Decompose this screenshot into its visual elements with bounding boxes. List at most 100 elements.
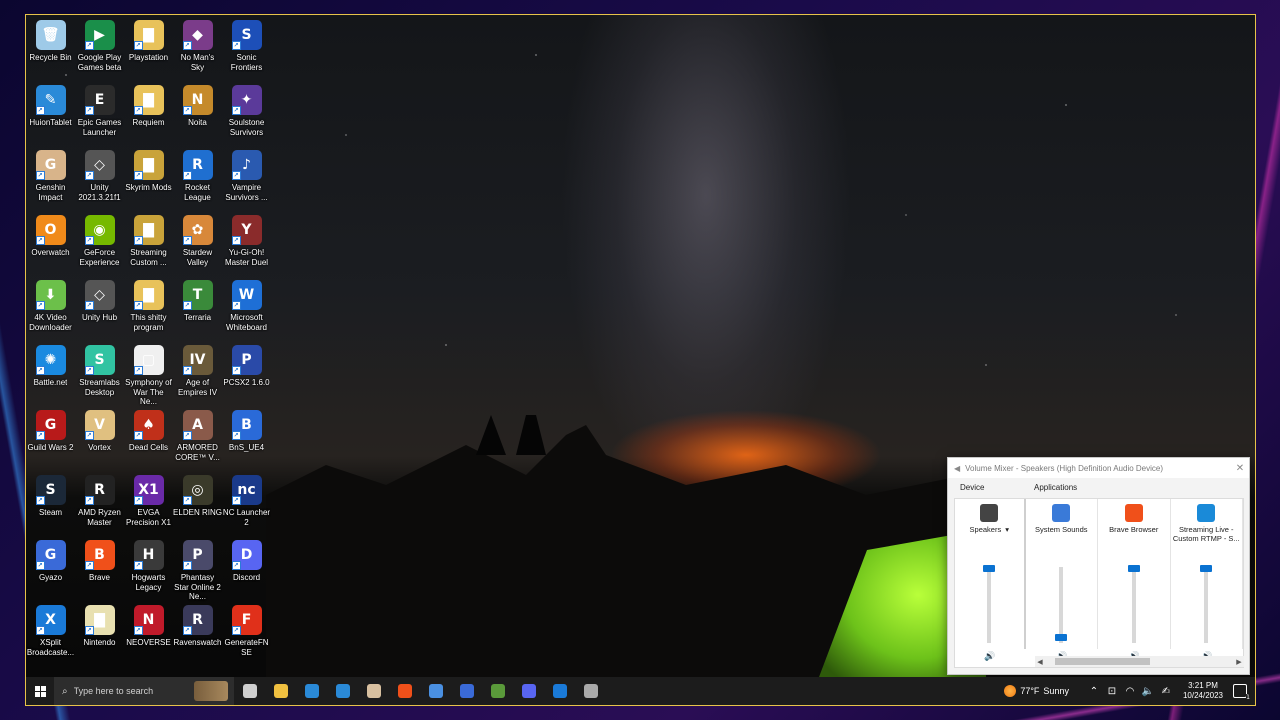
- taskbar-app-button[interactable]: [513, 677, 544, 705]
- desktop-icon[interactable]: ▇ ↗ Streaming Custom ...: [124, 213, 173, 278]
- taskbar-app-button[interactable]: [575, 677, 606, 705]
- mixer-horizontal-scrollbar[interactable]: ◀ ▶: [1035, 656, 1244, 667]
- desktop-icon[interactable]: N ↗ Noita: [173, 83, 222, 148]
- desktop-icon[interactable]: ▇ ↗ Skyrim Mods: [124, 148, 173, 213]
- desktop-icon[interactable]: A ↗ ARMORED CORE™ V...: [173, 408, 222, 473]
- taskbar-app-button[interactable]: [420, 677, 451, 705]
- desktop-icon[interactable]: ▇ ↗ This shitty program: [124, 278, 173, 343]
- taskbar-app-button[interactable]: [265, 677, 296, 705]
- desktop-icon[interactable]: ◎ ↗ ELDEN RING: [173, 473, 222, 538]
- desktop-icon[interactable]: ◉ ↗ GeForce Experience: [75, 213, 124, 278]
- taskbar-app-button[interactable]: [234, 677, 265, 705]
- desktop-icon[interactable]: G ↗ Genshin Impact: [26, 148, 75, 213]
- desktop-icon[interactable]: ▇ ↗ Requiem: [124, 83, 173, 148]
- desktop-icon[interactable]: ⬇ ↗ 4K Video Downloader: [26, 278, 75, 343]
- notification-icon[interactable]: 1: [1233, 684, 1250, 701]
- desktop-icon[interactable]: ◆ ↗ No Man's Sky: [173, 18, 222, 83]
- desktop-icon[interactable]: H ↗ Hogwarts Legacy: [124, 538, 173, 603]
- volume-slider-thumb[interactable]: [1055, 634, 1068, 641]
- scrollbar-thumb[interactable]: [1055, 658, 1150, 665]
- search-icon: ⌕: [62, 685, 68, 697]
- taskbar-search[interactable]: ⌕: [54, 677, 234, 705]
- desktop-icon[interactable]: N ↗ NEOVERSE: [124, 603, 173, 668]
- volume-slider-track[interactable]: [1055, 567, 1068, 643]
- desktop-icon[interactable]: ◇ ↗ Unity Hub: [75, 278, 124, 343]
- desktop-icon[interactable]: P ↗ PCSX2 1.6.0: [222, 343, 271, 408]
- chevron-down-icon[interactable]: ▾: [1005, 525, 1009, 534]
- taskbar-app-button[interactable]: [451, 677, 482, 705]
- desktop-icon[interactable]: ▇ ↗ Playstation: [124, 18, 173, 83]
- volume-mixer-window[interactable]: ◀ Volume Mixer - Speakers (High Definiti…: [947, 457, 1250, 675]
- speaker-device-icon[interactable]: [980, 504, 999, 522]
- desktop-icon[interactable]: S ↗ Steam: [26, 473, 75, 538]
- app-icon: S ↗: [35, 475, 66, 505]
- desktop-icon-grid: 🗑 Recycle Bin ▶ ↗ Google Play Games beta ▇ ↗ Pl…: [26, 18, 271, 668]
- scroll-left-icon[interactable]: ◀: [1035, 658, 1045, 666]
- volume-slider-track[interactable]: [983, 565, 996, 643]
- desktop-icon[interactable]: D ↗ Discord: [222, 538, 271, 603]
- desktop-icon[interactable]: E ↗ Epic Games Launcher: [75, 83, 124, 148]
- desktop-icon[interactable]: Y ↗ Yu-Gi-Oh! Master Duel: [222, 213, 271, 278]
- scroll-right-icon[interactable]: ▶: [1234, 658, 1244, 666]
- desktop-icon[interactable]: O ↗ Overwatch: [26, 213, 75, 278]
- desktop-icon[interactable]: X1 ↗ EVGA Precision X1: [124, 473, 173, 538]
- shortcut-arrow-icon: ↗: [84, 626, 94, 635]
- taskbar-app-button[interactable]: [544, 677, 575, 705]
- desktop-icon[interactable]: P ↗ Phantasy Star Online 2 Ne...: [173, 538, 222, 603]
- desktop-icon[interactable]: W ↗ Microsoft Whiteboard: [222, 278, 271, 343]
- desktop-icon[interactable]: ◇ ↗ Unity 2021.3.21f1: [75, 148, 124, 213]
- desktop-icon[interactable]: V ↗ Vortex: [75, 408, 124, 473]
- weather-widget[interactable]: 77°F Sunny: [1004, 685, 1069, 697]
- desktop-icon[interactable]: ▇ ↗ Nintendo: [75, 603, 124, 668]
- desktop-icon[interactable]: R ↗ AMD Ryzen Master: [75, 473, 124, 538]
- search-input[interactable]: [73, 686, 184, 696]
- volume-slider-thumb[interactable]: [1127, 565, 1140, 572]
- desktop-icon[interactable]: ✿ ↗ Stardew Valley: [173, 213, 222, 278]
- desktop-icon[interactable]: ✦ ↗ Soulstone Survivors: [222, 83, 271, 148]
- desktop-icon[interactable]: B ↗ BnS_UE4: [222, 408, 271, 473]
- volume-slider-thumb[interactable]: [983, 565, 996, 572]
- taskbar-app-button[interactable]: [482, 677, 513, 705]
- desktop-icon[interactable]: R ↗ Rocket League: [173, 148, 222, 213]
- desktop-icon[interactable]: S ↗ Streamlabs Desktop: [75, 343, 124, 408]
- desktop-icon[interactable]: F ↗ GenerateFN SE: [222, 603, 271, 668]
- desktop-icon[interactable]: R ↗ Ravenswatch: [173, 603, 222, 668]
- clock[interactable]: 3:21 PM 10/24/2023: [1183, 681, 1223, 701]
- mute-toggle-icon[interactable]: 🔊: [984, 652, 995, 662]
- desktop-icon[interactable]: ♪ ↗ Vampire Survivors ...: [222, 148, 271, 213]
- desktop-icon[interactable]: 🗑 Recycle Bin: [26, 18, 75, 83]
- desktop-icon[interactable]: nc ↗ NC Launcher 2: [222, 473, 271, 538]
- desktop-icon[interactable]: S ↗ Sonic Frontiers: [222, 18, 271, 83]
- taskbar-app-button[interactable]: [358, 677, 389, 705]
- desktop-icon[interactable]: G ↗ Guild Wars 2: [26, 408, 75, 473]
- shortcut-arrow-icon: ↗: [133, 41, 143, 50]
- desktop-icon[interactable]: G ↗ Gyazo: [26, 538, 75, 603]
- desktop-icon[interactable]: X ↗ XSplit Broadcaste...: [26, 603, 75, 668]
- applications-section-label: Applications: [1034, 483, 1078, 492]
- desktop-icon[interactable]: ▢ ↗ Symphony of War The Ne...: [124, 343, 173, 408]
- mixer-titlebar[interactable]: ◀ Volume Mixer - Speakers (High Definiti…: [948, 458, 1249, 478]
- network-icon[interactable]: ⊡: [1105, 686, 1119, 697]
- taskbar-app-button[interactable]: [327, 677, 358, 705]
- desktop-icon[interactable]: B ↗ Brave: [75, 538, 124, 603]
- chevron-up-icon[interactable]: ⌃: [1087, 686, 1101, 697]
- desktop-icon[interactable]: T ↗ Terraria: [173, 278, 222, 343]
- pen-icon[interactable]: ✍: [1159, 686, 1173, 697]
- start-button[interactable]: [26, 677, 54, 705]
- shortcut-arrow-icon: ↗: [35, 431, 45, 440]
- app-icon: ◇ ↗: [84, 150, 115, 180]
- desktop-icon[interactable]: ♠ ↗ Dead Cells: [124, 408, 173, 473]
- taskbar-app-button[interactable]: [296, 677, 327, 705]
- close-icon[interactable]: ✕: [1231, 463, 1249, 474]
- taskbar-app-button[interactable]: [389, 677, 420, 705]
- volume-slider-track[interactable]: [1127, 565, 1140, 643]
- wifi-icon[interactable]: ◠: [1123, 686, 1137, 697]
- volume-slider-track[interactable]: [1200, 565, 1213, 643]
- desktop-icon[interactable]: ✺ ↗ Battle.net: [26, 343, 75, 408]
- app-icon: ◉ ↗: [84, 215, 115, 245]
- desktop-icon[interactable]: ✎ ↗ HuionTablet: [26, 83, 75, 148]
- volume-icon[interactable]: 🔈: [1141, 686, 1155, 697]
- desktop-icon[interactable]: ▶ ↗ Google Play Games beta: [75, 18, 124, 83]
- desktop-icon[interactable]: IV ↗ Age of Empires IV: [173, 343, 222, 408]
- volume-slider-thumb[interactable]: [1200, 565, 1213, 572]
